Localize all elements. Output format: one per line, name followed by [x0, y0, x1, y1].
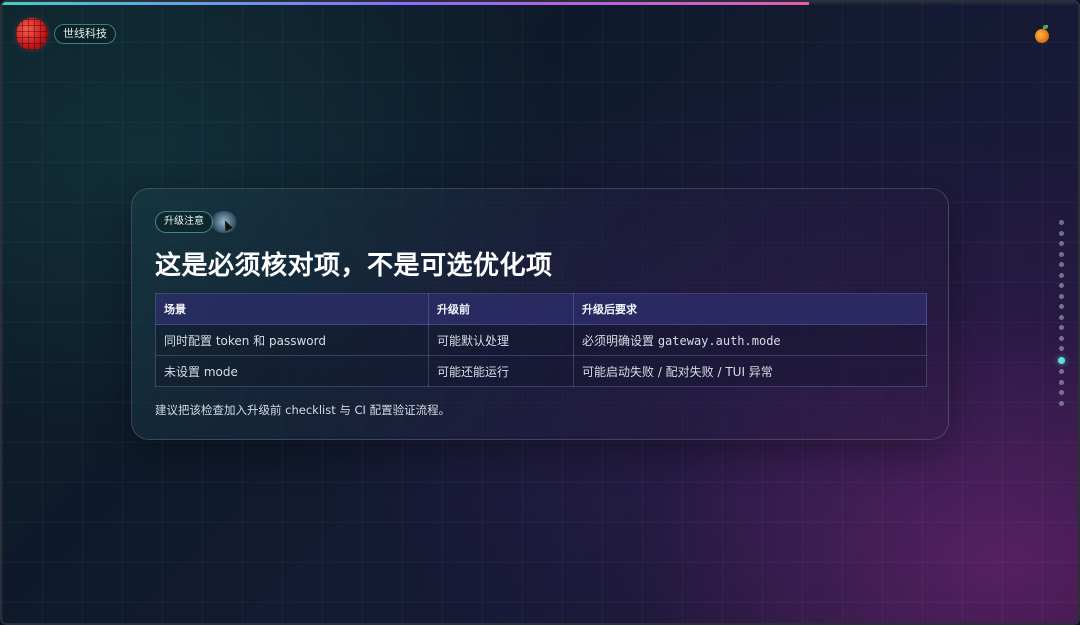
nav-dot[interactable]: [1058, 220, 1064, 225]
nav-dot[interactable]: [1058, 230, 1064, 236]
nav-dot[interactable]: [1058, 304, 1064, 309]
column-header-before: 升级前: [428, 293, 574, 325]
table-cell: 可能默认处理: [428, 324, 574, 356]
nav-dot[interactable]: [1058, 293, 1064, 299]
column-header-scenario: 场景: [155, 293, 429, 325]
nav-dot[interactable]: [1058, 379, 1064, 385]
table-cell: 可能还能运行: [428, 355, 574, 387]
table-row: 未设置 mode 可能还能运行 可能启动失败 / 配对失败 / TUI 异常: [155, 355, 927, 387]
cell-text: 必须明确设置: [582, 333, 658, 348]
content-card: 升级注意 这是必须核对项，不是可选优化项 场景 升级前 升级后要求 同时配置 t…: [131, 188, 949, 440]
nav-dot[interactable]: [1058, 283, 1064, 288]
slide-navigation-dots: [1057, 220, 1065, 411]
column-header-after: 升级后要求: [573, 293, 927, 325]
nav-dot[interactable]: [1058, 400, 1064, 406]
nav-dot-active[interactable]: [1057, 356, 1065, 364]
page-title: 这是必须核对项，不是可选优化项: [155, 251, 553, 281]
table-cell: 可能启动失败 / 配对失败 / TUI 异常: [573, 355, 927, 387]
nav-dot[interactable]: [1058, 241, 1064, 246]
slide-frame: 世线科技 升级注意 这是必须核对项，不是可选优化项 场景 升级前 升级后要求 同…: [0, 0, 1080, 625]
table-cell: 必须明确设置 gateway.auth.mode: [573, 324, 927, 356]
table-cell: 未设置 mode: [155, 355, 429, 387]
nav-dot[interactable]: [1058, 325, 1064, 330]
nav-dot[interactable]: [1058, 251, 1064, 257]
table-header-row: 场景 升级前 升级后要求: [155, 293, 927, 325]
nav-dot[interactable]: [1058, 262, 1064, 267]
nav-dot[interactable]: [1058, 369, 1064, 374]
progress-bar: [2, 2, 1078, 5]
requirements-table: 场景 升级前 升级后要求 同时配置 token 和 password 可能默认处…: [155, 293, 927, 387]
footnote-text: 建议把该检查加入升级前 checklist 与 CI 配置验证流程。: [155, 403, 451, 417]
section-tag: 升级注意: [155, 211, 213, 233]
progress-fill: [2, 2, 809, 5]
nav-dot[interactable]: [1058, 272, 1064, 278]
code-text: gateway.auth.mode: [657, 333, 781, 348]
globe-logo-icon[interactable]: [16, 18, 48, 50]
nav-dot[interactable]: [1058, 346, 1064, 351]
nav-dot[interactable]: [1058, 390, 1064, 395]
table-row: 同时配置 token 和 password 可能默认处理 必须明确设置 gate…: [155, 324, 927, 356]
nav-dot[interactable]: [1058, 335, 1064, 341]
orange-fruit-icon[interactable]: [1035, 25, 1049, 43]
table-cell: 同时配置 token 和 password: [155, 324, 429, 356]
nav-dot[interactable]: [1058, 314, 1064, 320]
brand-badge: 世线科技: [54, 24, 116, 44]
